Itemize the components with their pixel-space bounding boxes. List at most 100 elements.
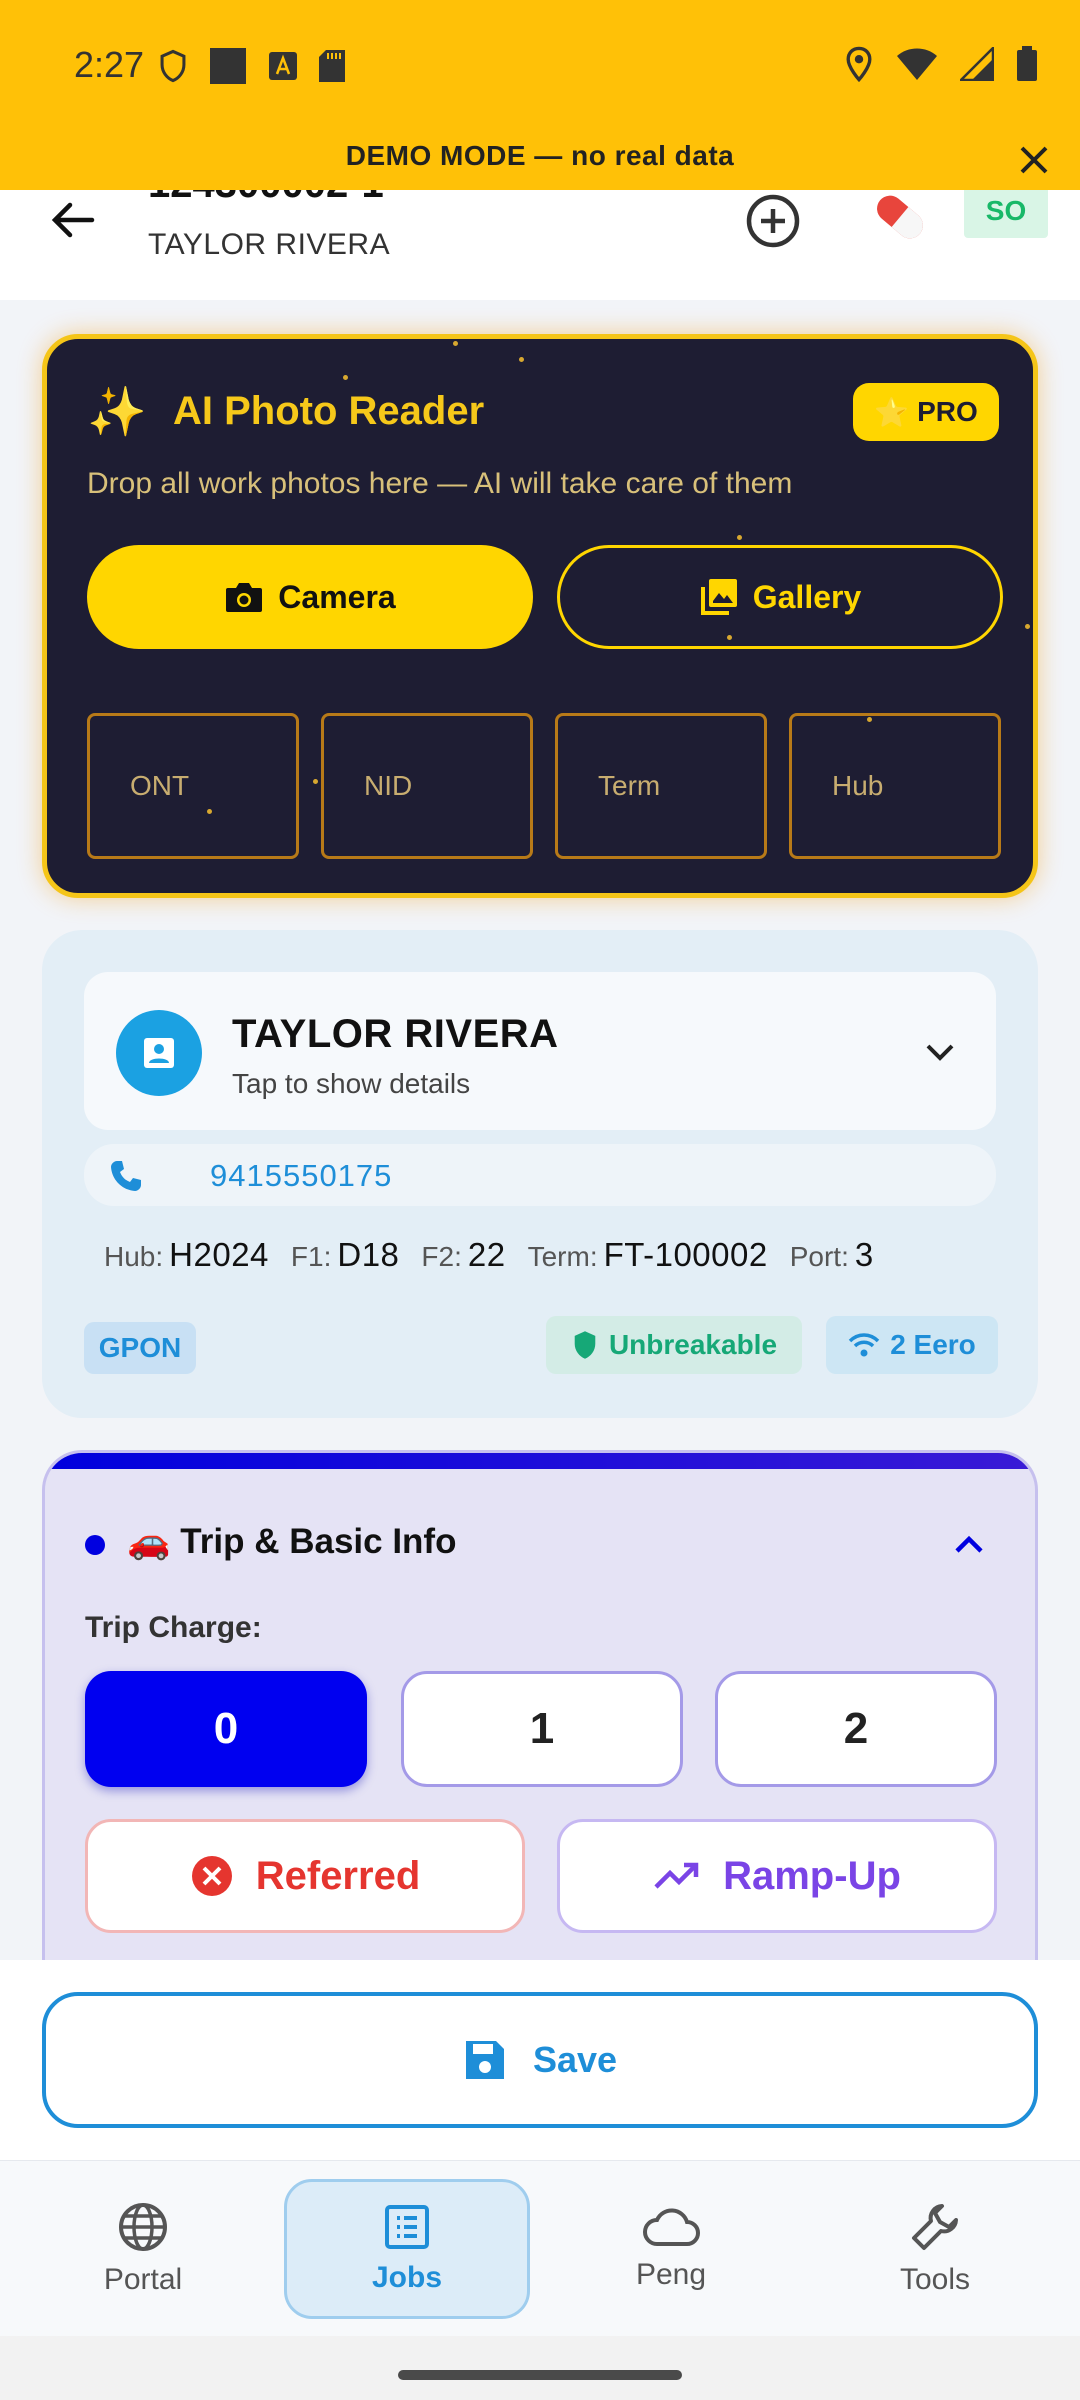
referred-button[interactable]: Referred: [85, 1819, 525, 1933]
wifi-icon: [897, 48, 937, 80]
close-icon[interactable]: [1014, 140, 1054, 180]
f2-label: F2:: [421, 1241, 462, 1272]
customer-name: TAYLOR RIVERA: [232, 1012, 559, 1056]
sparkles-icon: ✨: [87, 386, 147, 439]
photo-slot-ont[interactable]: ONT: [87, 713, 299, 859]
pro-badge-label: PRO: [917, 396, 978, 427]
status-time: 2:27: [74, 44, 145, 85]
phone-icon: [111, 1161, 141, 1191]
bottom-nav: Portal Jobs Peng Tools: [0, 2160, 1080, 2336]
trip-info-card: 🚗 Trip & Basic Info Trip Charge: 0 1 2 R…: [42, 1450, 1038, 1960]
term-label: Term:: [527, 1241, 598, 1272]
f1-info: F1: D18: [291, 1236, 400, 1274]
font-a-icon: [269, 52, 297, 80]
gpon-badge: GPON: [84, 1322, 196, 1374]
network-info-row: Hub: H2024 F1: D18 F2: 22 Term: FT-100002 Po…: [104, 1236, 874, 1274]
pro-badge: ⭐ PRO: [853, 383, 999, 441]
wifi-signal-icon: [848, 1333, 880, 1357]
gallery-icon: [700, 579, 737, 615]
signal-icon: [960, 47, 994, 81]
photo-slot-nid[interactable]: NID: [321, 713, 533, 859]
trip-charge-label: Trip Charge:: [85, 1611, 262, 1644]
camera-button-label: Camera: [278, 578, 396, 615]
so-badge[interactable]: SO: [964, 190, 1048, 238]
term-value: FT-100002: [603, 1236, 768, 1273]
save-button[interactable]: Save: [42, 1992, 1038, 2128]
gesture-area: [0, 2336, 1080, 2400]
floppy-disk-icon: [465, 2041, 504, 2079]
status-icons-right: [844, 46, 1038, 82]
star-icon: ⭐: [874, 396, 910, 428]
photo-slot-hub[interactable]: Hub: [789, 713, 1001, 859]
status-area: 2:27 DEMO MODE — no real data: [0, 0, 1080, 190]
nav-jobs-label: Jobs: [371, 2261, 443, 2294]
customer-header[interactable]: TAYLOR RIVERA Tap to show details: [84, 972, 996, 1130]
hub-value: H2024: [169, 1236, 269, 1273]
f1-label: F1:: [290, 1241, 332, 1272]
battery-icon: [1017, 46, 1037, 81]
person-icon: [144, 1038, 174, 1068]
save-area: Save: [0, 1960, 1080, 2160]
phone-number[interactable]: 9415550175: [210, 1158, 392, 1194]
app-header: 124300002-1 TAYLOR RIVERA SO: [0, 190, 1080, 300]
nav-tools-label: Tools: [899, 2263, 971, 2296]
nav-portal[interactable]: Portal: [20, 2179, 266, 2319]
status-icons-left: [158, 46, 346, 86]
phone-row[interactable]: 9415550175: [84, 1144, 996, 1206]
nav-portal-label: Portal: [103, 2263, 183, 2296]
pill-icon[interactable]: [866, 190, 934, 250]
nav-peng[interactable]: Peng: [548, 2179, 794, 2319]
port-info: Port: 3: [790, 1236, 874, 1274]
f2-info: F2: 22: [421, 1236, 505, 1274]
camera-button[interactable]: Camera: [87, 545, 533, 649]
back-arrow-icon[interactable]: [44, 190, 104, 250]
trip-section-title[interactable]: 🚗 Trip & Basic Info: [127, 1521, 456, 1562]
eero-label: 2 Eero: [890, 1329, 976, 1360]
gesture-handle[interactable]: [398, 2370, 682, 2380]
chevron-down-icon[interactable]: [920, 1032, 960, 1072]
term-info: Term: FT-100002: [528, 1236, 768, 1274]
ai-reader-title: AI Photo Reader: [173, 389, 485, 433]
f2-value: 22: [467, 1236, 506, 1273]
trending-up-icon: [654, 1862, 699, 1889]
ai-photo-reader-card: ✨ AI Photo Reader ⭐ PRO Drop all work ph…: [42, 334, 1038, 898]
trip-charge-option-0[interactable]: 0: [85, 1671, 367, 1787]
hub-label: Hub:: [104, 1241, 164, 1272]
list-alt-icon: [385, 2205, 429, 2249]
ramp-up-button-label: Ramp-Up: [723, 1853, 901, 1898]
location-icon: [846, 46, 872, 82]
unbreakable-label: Unbreakable: [608, 1329, 778, 1360]
gallery-button[interactable]: Gallery: [557, 545, 1003, 649]
add-circle-icon[interactable]: [742, 190, 804, 252]
gallery-button-label: Gallery: [752, 578, 862, 615]
nav-tools[interactable]: Tools: [812, 2179, 1058, 2319]
photo-slot-term[interactable]: Term: [555, 713, 767, 859]
nav-peng-label: Peng: [635, 2258, 707, 2291]
ramp-up-button[interactable]: Ramp-Up: [557, 1819, 997, 1933]
cloud-icon: [643, 2208, 700, 2246]
sd-card-icon: [319, 50, 345, 82]
save-button-label: Save: [532, 2039, 618, 2080]
globe-icon: [119, 2203, 167, 2251]
demo-banner: DEMO MODE — no real data: [345, 140, 735, 171]
eero-badge: 2 Eero: [826, 1316, 998, 1374]
section-indicator-dot: [85, 1535, 105, 1555]
job-id: 124300002-1: [148, 190, 384, 207]
port-label: Port:: [789, 1241, 849, 1272]
f1-value: D18: [337, 1236, 400, 1273]
trip-charge-option-1[interactable]: 1: [401, 1671, 683, 1787]
square-icon: [210, 48, 246, 84]
wrench-icon: [912, 2204, 958, 2250]
trip-charge-option-2[interactable]: 2: [715, 1671, 997, 1787]
shield-check-icon: [574, 1331, 596, 1359]
unbreakable-badge: Unbreakable: [546, 1316, 802, 1374]
customer-card: TAYLOR RIVERA Tap to show details 941555…: [42, 930, 1038, 1418]
cancel-circle-icon: [191, 1856, 232, 1896]
shield-icon: [160, 49, 186, 83]
chevron-up-icon[interactable]: [947, 1523, 991, 1567]
status-bar: 2:27: [0, 0, 1080, 130]
nav-jobs[interactable]: Jobs: [284, 2179, 530, 2319]
port-value: 3: [854, 1236, 874, 1273]
camera-icon: [226, 583, 263, 612]
ai-reader-description: Drop all work photos here — AI will take…: [87, 467, 793, 500]
